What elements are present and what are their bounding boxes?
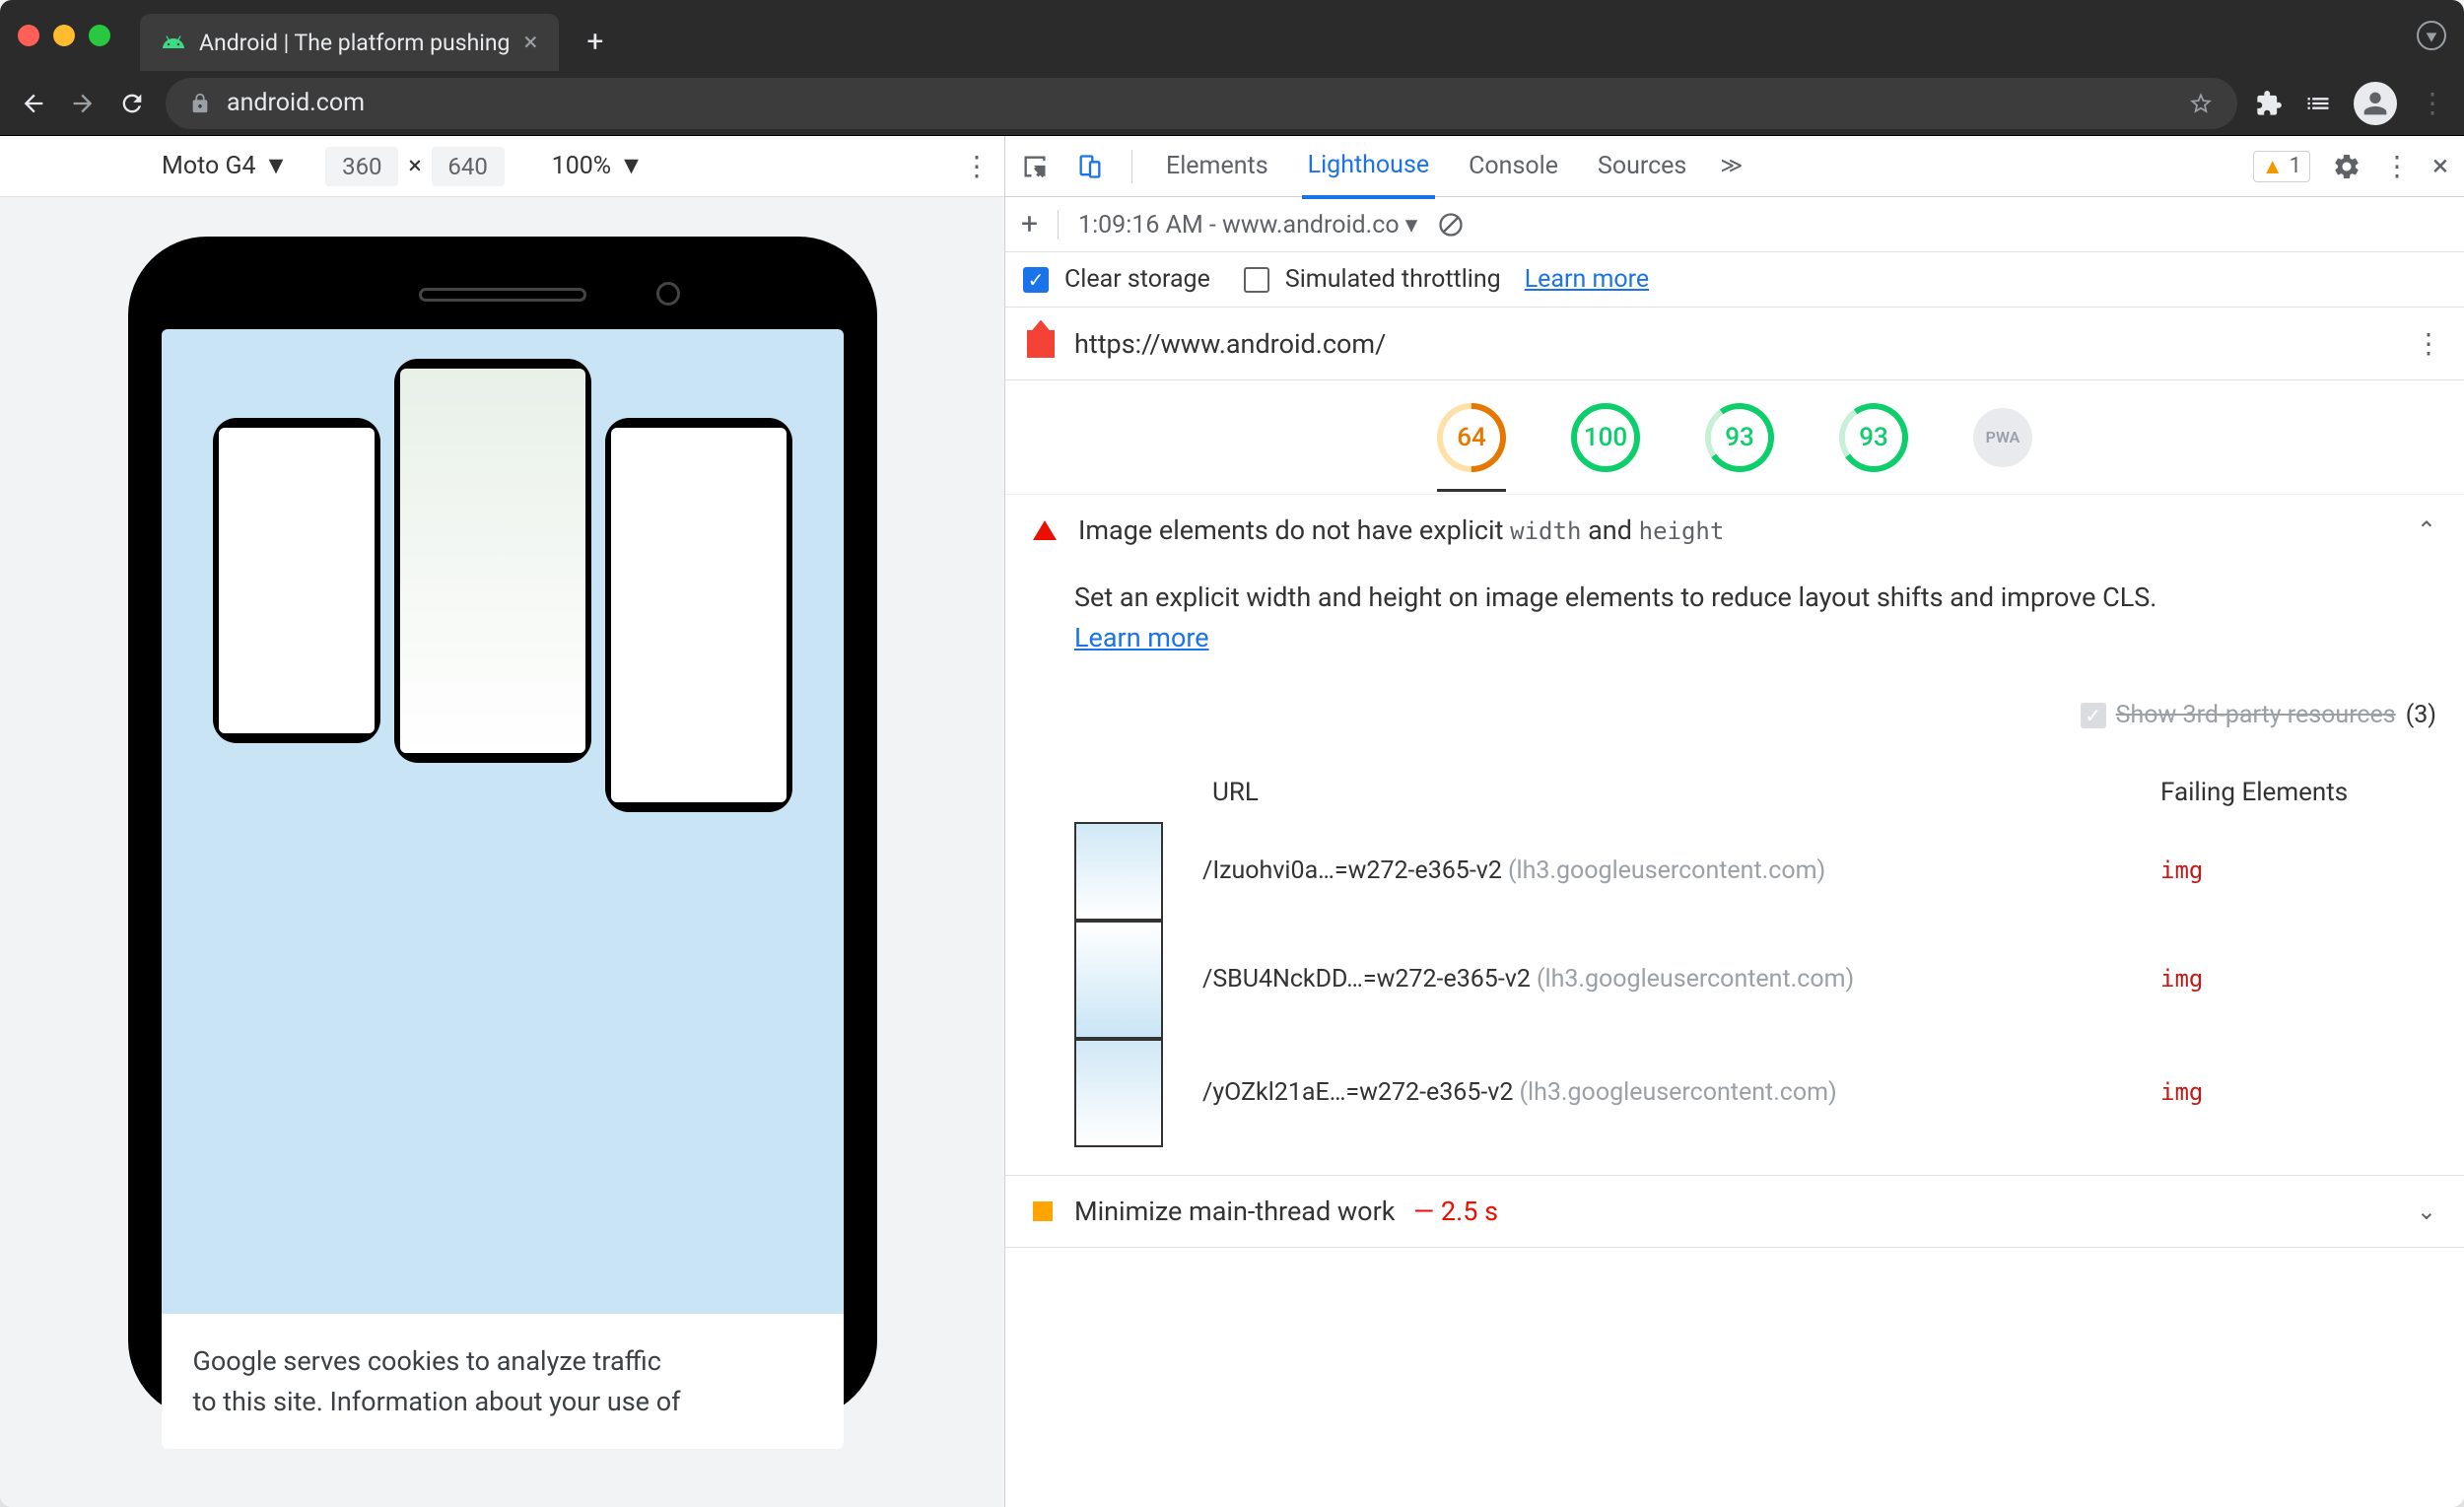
score-accessibility[interactable]: 100 [1571, 403, 1640, 472]
audit-header[interactable]: Image elements do not have explicit widt… [1005, 495, 2464, 566]
browser-window: Android | The platform pushing × + andro… [0, 0, 2464, 1507]
dropdown-icon: ▼ [264, 152, 289, 180]
maximize-window-button[interactable] [89, 25, 110, 46]
more-tabs-icon[interactable]: ≫ [1720, 154, 1743, 178]
hero-phone-2 [394, 359, 591, 763]
failing-elements-table: URL Failing Elements /Izuohvi [1074, 764, 2436, 1147]
audit-header[interactable]: Minimize main-thread work — 2.5 s ⌄ [1005, 1176, 2464, 1247]
warning-icon: ▲ [2262, 154, 2284, 179]
inspect-icon[interactable] [1021, 153, 1049, 180]
tab-elements[interactable]: Elements [1160, 136, 1274, 196]
lighthouse-icon [1027, 330, 1055, 358]
tab-title: Android | The platform pushing [199, 30, 510, 56]
third-party-toggle: ✓ Show 3rd-party resources (3) [1074, 697, 2436, 734]
content-area: Moto G4 ▼ × 100% ▼ ⋮ [0, 136, 2464, 1507]
dropdown-icon: ▼ [619, 152, 644, 180]
dimensions: × [325, 147, 504, 186]
chevron-down-icon: ⌄ [2417, 1198, 2436, 1225]
report-menu[interactable]: ⋮ [2415, 327, 2442, 360]
audit-body: Set an explicit width and height on imag… [1005, 566, 2464, 1175]
reload-button[interactable] [116, 88, 148, 119]
audit-main-thread: Minimize main-thread work — 2.5 s ⌄ [1005, 1176, 2464, 1248]
close-window-button[interactable] [18, 25, 39, 46]
warnings-badge[interactable]: ▲ 1 [2253, 151, 2310, 182]
tab-console[interactable]: Console [1463, 136, 1564, 196]
warn-icon [1033, 1201, 1053, 1221]
device-toolbar-menu[interactable]: ⋮ [963, 150, 991, 182]
zoom-select[interactable]: 100% ▼ [552, 152, 644, 180]
chevron-up-icon: ⌃ [2417, 516, 2436, 544]
width-input[interactable] [325, 147, 398, 186]
preview-viewport: Google serves cookies to analyze traffic… [0, 197, 1004, 1507]
score-pwa[interactable]: PWA [1973, 408, 2032, 467]
learn-more-link[interactable]: Learn more [1525, 265, 1649, 294]
devtools-tabs: Elements Lighthouse Console Sources ≫ ▲ … [1005, 136, 2464, 197]
profile-avatar[interactable] [2354, 82, 2397, 125]
devtools-panel: Elements Lighthouse Console Sources ≫ ▲ … [1005, 136, 2464, 1507]
tested-url-row: https://www.android.com/ ⋮ [1005, 308, 2464, 380]
learn-more-link[interactable]: Learn more [1074, 622, 1209, 653]
url-bar: android.com ⋮ [0, 71, 2464, 136]
settings-icon[interactable] [2332, 152, 2361, 181]
throttling-checkbox[interactable] [1244, 267, 1269, 293]
score-performance[interactable]: 64 [1437, 403, 1506, 472]
devtools-menu[interactable]: ⋮ [2383, 150, 2411, 182]
score-gauges: 64 100 93 93 PWA [1005, 380, 2464, 495]
chrome-account-icon[interactable] [2417, 21, 2446, 50]
bookmark-icon[interactable] [2188, 91, 2214, 116]
new-tab-button[interactable]: + [586, 25, 603, 59]
third-party-checkbox[interactable]: ✓ [2081, 703, 2106, 728]
back-button[interactable] [18, 88, 49, 119]
tested-url: https://www.android.com/ [1074, 328, 1386, 360]
device-preview-panel: Moto G4 ▼ × 100% ▼ ⋮ [0, 136, 1005, 1507]
tab-sources[interactable]: Sources [1592, 136, 1692, 196]
lighthouse-toolbar: + 1:09:16 AM - www.android.co ▾ [1005, 197, 2464, 252]
extensions-icon[interactable] [2255, 90, 2283, 117]
window-controls [18, 25, 110, 46]
score-seo[interactable]: 93 [1839, 403, 1908, 472]
fail-icon [1033, 520, 1057, 540]
titlebar: Android | The platform pushing × + [0, 0, 2464, 71]
device-select[interactable]: Moto G4 ▼ [162, 152, 288, 180]
browser-tab[interactable]: Android | The platform pushing × [140, 14, 559, 71]
report-timestamp[interactable]: 1:09:16 AM - www.android.co ▾ [1078, 210, 1417, 240]
tab-close-button[interactable]: × [523, 28, 537, 57]
table-row: /yOZkl21aE…=w272-e365-v2(lh3.googleuserc… [1202, 1039, 2436, 1147]
hero-phone-3 [605, 418, 792, 812]
device-toolbar: Moto G4 ▼ × 100% ▼ ⋮ [0, 136, 1004, 197]
page-content[interactable]: Google serves cookies to analyze traffic… [162, 329, 844, 1449]
score-best-practices[interactable]: 93 [1705, 403, 1774, 472]
element-thumbnail [1074, 822, 1183, 1147]
address-bar[interactable]: android.com [166, 78, 2237, 129]
tab-lighthouse[interactable]: Lighthouse [1302, 135, 1436, 199]
url-text: android.com [227, 89, 365, 117]
phone-speaker [419, 288, 586, 302]
lighthouse-options: ✓ Clear storage Simulated throttling Lea… [1005, 252, 2464, 308]
device-toggle-icon[interactable] [1076, 153, 1104, 180]
forward-button[interactable] [67, 88, 99, 119]
audit-image-dimensions: Image elements do not have explicit widt… [1005, 495, 2464, 1176]
lock-icon [189, 93, 211, 114]
phone-camera [656, 282, 680, 306]
table-row: /Izuohvi0a…=w272-e365-v2(lh3.googleuserc… [1202, 822, 2436, 921]
android-favicon [162, 31, 185, 54]
browser-menu-button[interactable]: ⋮ [2419, 87, 2446, 119]
cookie-banner: Google serves cookies to analyze traffic… [162, 1314, 844, 1449]
clear-storage-checkbox[interactable]: ✓ [1023, 267, 1049, 293]
table-row: /SBU4NckDD…=w272-e365-v2(lh3.googleuserc… [1202, 921, 2436, 1039]
device-frame: Google serves cookies to analyze traffic… [128, 237, 877, 1419]
height-input[interactable] [432, 147, 505, 186]
reading-list-icon[interactable] [2304, 90, 2332, 117]
clear-icon[interactable] [1437, 211, 1465, 239]
devtools-close-icon[interactable]: × [2432, 149, 2448, 183]
new-report-button[interactable]: + [1021, 207, 1038, 241]
minimize-window-button[interactable] [53, 25, 75, 46]
hero-phone-1 [213, 418, 380, 743]
